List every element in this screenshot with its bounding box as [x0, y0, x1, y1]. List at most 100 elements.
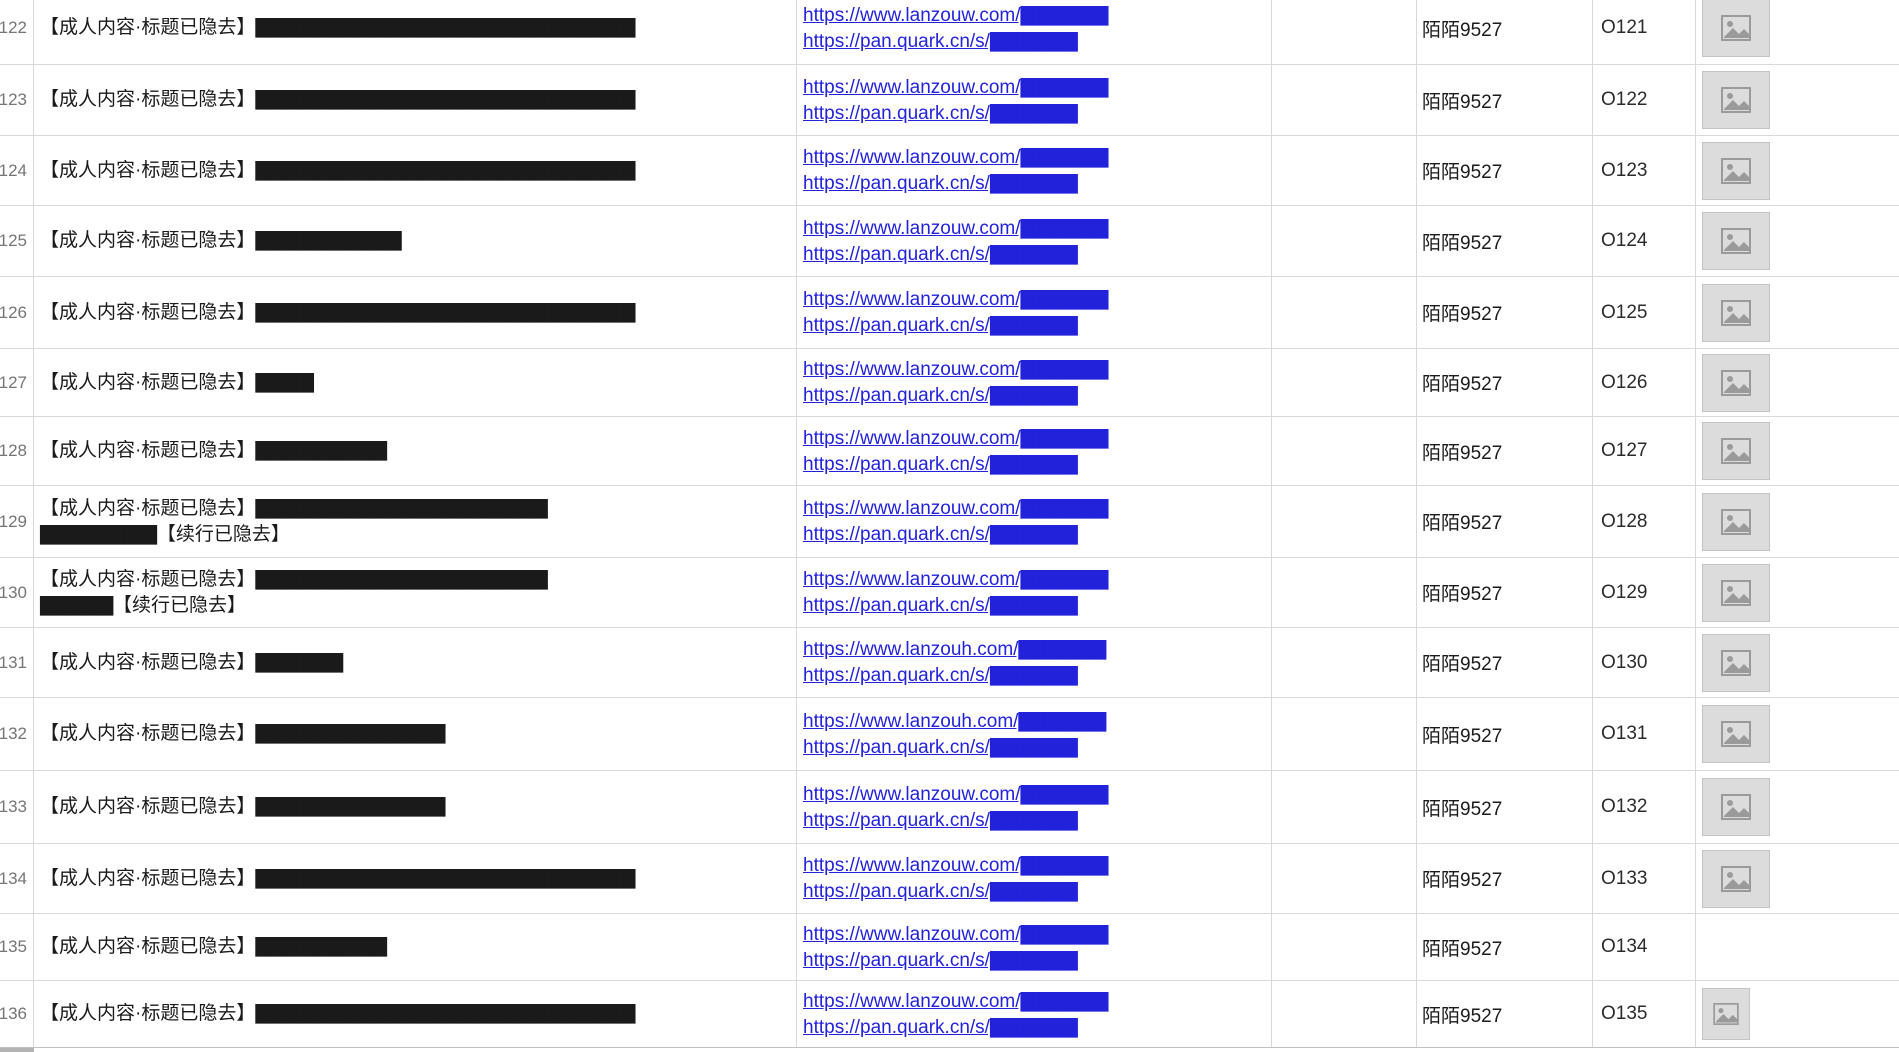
code-cell[interactable]: O123 — [1593, 136, 1696, 205]
row-header-128[interactable]: 128 — [0, 417, 34, 485]
uploader-cell[interactable]: 陌陌9527 — [1417, 771, 1593, 843]
lanzou-link[interactable]: https://www.lanzouh.com/▇▇▇▇▇▇ — [803, 638, 1106, 661]
thumbnail-cell[interactable] — [1696, 0, 1899, 64]
uploader-cell[interactable]: 陌陌9527 — [1417, 844, 1593, 913]
thumbnail-cell[interactable] — [1696, 844, 1899, 913]
code-cell[interactable]: O124 — [1593, 206, 1696, 276]
lanzou-link[interactable]: https://www.lanzouw.com/▇▇▇▇▇▇ — [803, 427, 1108, 450]
quark-link[interactable]: https://pan.quark.cn/s/▇▇▇▇▇▇ — [803, 172, 1078, 195]
redacted-thumbnail[interactable] — [1702, 564, 1770, 622]
lanzou-link[interactable]: https://www.lanzouh.com/▇▇▇▇▇▇ — [803, 710, 1106, 733]
quark-link[interactable]: https://pan.quark.cn/s/▇▇▇▇▇▇ — [803, 102, 1078, 125]
row-header-133[interactable]: 133 — [0, 771, 34, 843]
uploader-cell[interactable]: 陌陌9527 — [1417, 206, 1593, 276]
thumbnail-cell[interactable] — [1696, 277, 1899, 348]
code-cell[interactable]: O125 — [1593, 277, 1696, 348]
uploader-cell[interactable]: 陌陌9527 — [1417, 486, 1593, 557]
lanzou-link[interactable]: https://www.lanzouw.com/▇▇▇▇▇▇ — [803, 146, 1108, 169]
quark-link[interactable]: https://pan.quark.cn/s/▇▇▇▇▇▇ — [803, 880, 1078, 903]
row-header-129[interactable]: 129 — [0, 486, 34, 557]
uploader-cell[interactable]: 陌陌9527 — [1417, 698, 1593, 770]
empty-cell[interactable] — [1272, 698, 1417, 770]
title-cell[interactable]: 【成人内容·标题已隐去】▇▇▇▇▇▇▇▇▇▇▇▇▇▇▇▇▇▇▇▇▇▇▇▇▇▇ — [34, 844, 797, 913]
redacted-thumbnail[interactable] — [1702, 422, 1770, 480]
code-cell[interactable]: O130 — [1593, 628, 1696, 697]
title-cell[interactable]: 【成人内容·标题已隐去】▇▇▇▇▇▇▇▇▇▇▇▇▇▇▇▇▇▇▇▇ ▇▇▇▇▇▇▇… — [34, 486, 797, 557]
empty-cell[interactable] — [1272, 0, 1417, 64]
lanzou-link[interactable]: https://www.lanzouw.com/▇▇▇▇▇▇ — [803, 568, 1108, 591]
code-cell[interactable]: O127 — [1593, 417, 1696, 485]
uploader-cell[interactable]: 陌陌9527 — [1417, 628, 1593, 697]
quark-link[interactable]: https://pan.quark.cn/s/▇▇▇▇▇▇ — [803, 384, 1078, 407]
empty-cell[interactable] — [1272, 628, 1417, 697]
empty-cell[interactable] — [1272, 771, 1417, 843]
row-header-123[interactable]: 123 — [0, 65, 34, 135]
title-cell[interactable]: 【成人内容·标题已隐去】▇▇▇▇▇▇▇▇▇ — [34, 417, 797, 485]
title-cell[interactable]: 【成人内容·标题已隐去】▇▇▇▇▇▇▇▇▇ — [34, 914, 797, 980]
lanzou-link[interactable]: https://www.lanzouw.com/▇▇▇▇▇▇ — [803, 783, 1108, 806]
uploader-cell[interactable]: 陌陌9527 — [1417, 914, 1593, 980]
quark-link[interactable]: https://pan.quark.cn/s/▇▇▇▇▇▇ — [803, 594, 1078, 617]
code-cell[interactable]: O134 — [1593, 914, 1696, 980]
row-header-132[interactable]: 132 — [0, 698, 34, 770]
thumbnail-cell[interactable] — [1696, 206, 1899, 276]
empty-cell[interactable] — [1272, 417, 1417, 485]
empty-cell[interactable] — [1272, 277, 1417, 348]
quark-link[interactable]: https://pan.quark.cn/s/▇▇▇▇▇▇ — [803, 1016, 1078, 1039]
title-cell[interactable]: 【成人内容·标题已隐去】▇▇▇▇▇▇▇▇▇▇ — [34, 206, 797, 276]
redacted-thumbnail[interactable] — [1702, 354, 1770, 412]
quark-link[interactable]: https://pan.quark.cn/s/▇▇▇▇▇▇ — [803, 664, 1078, 687]
redacted-thumbnail[interactable] — [1702, 493, 1770, 551]
row-header-131[interactable]: 131 — [0, 628, 34, 697]
redacted-thumbnail[interactable] — [1702, 634, 1770, 692]
code-cell[interactable]: O132 — [1593, 771, 1696, 843]
title-cell[interactable]: 【成人内容·标题已隐去】▇▇▇▇▇▇▇▇▇▇▇▇▇▇▇▇▇▇▇▇▇▇▇▇▇▇ — [34, 277, 797, 348]
title-cell[interactable]: 【成人内容·标题已隐去】▇▇▇▇▇▇▇▇▇▇▇▇▇▇▇▇▇▇▇▇▇▇▇▇▇▇ — [34, 0, 797, 64]
lanzou-link[interactable]: https://www.lanzouw.com/▇▇▇▇▇▇ — [803, 854, 1108, 877]
redacted-thumbnail[interactable] — [1702, 284, 1770, 342]
code-cell[interactable]: O128 — [1593, 486, 1696, 557]
uploader-cell[interactable]: 陌陌9527 — [1417, 558, 1593, 627]
thumbnail-cell[interactable] — [1696, 136, 1899, 205]
title-cell[interactable]: 【成人内容·标题已隐去】▇▇▇▇▇▇▇▇▇▇▇▇▇▇▇▇▇▇▇▇ ▇▇▇▇▇【续… — [34, 558, 797, 627]
lanzou-link[interactable]: https://www.lanzouw.com/▇▇▇▇▇▇ — [803, 923, 1108, 946]
code-cell[interactable]: O122 — [1593, 65, 1696, 135]
title-cell[interactable]: 【成人内容·标题已隐去】▇▇▇▇▇▇▇▇▇▇▇▇▇▇▇▇▇▇▇▇▇▇▇▇▇▇ — [34, 981, 797, 1047]
code-cell[interactable]: O131 — [1593, 698, 1696, 770]
empty-cell[interactable] — [1272, 914, 1417, 980]
row-header-122[interactable]: 122 — [0, 0, 34, 64]
redacted-thumbnail[interactable] — [1702, 0, 1770, 57]
thumbnail-cell[interactable] — [1696, 628, 1899, 697]
title-cell[interactable]: 【成人内容·标题已隐去】▇▇▇▇▇▇▇▇▇▇▇▇▇ — [34, 698, 797, 770]
code-cell[interactable]: O133 — [1593, 844, 1696, 913]
title-cell[interactable]: 【成人内容·标题已隐去】▇▇▇▇ — [34, 349, 797, 416]
row-header-135[interactable]: 135 — [0, 914, 34, 980]
empty-cell[interactable] — [1272, 981, 1417, 1047]
row-header-125[interactable]: 125 — [0, 206, 34, 276]
row-header-130[interactable]: 130 — [0, 558, 34, 627]
empty-cell[interactable] — [1272, 349, 1417, 416]
uploader-cell[interactable]: 陌陌9527 — [1417, 417, 1593, 485]
title-cell[interactable]: 【成人内容·标题已隐去】▇▇▇▇▇▇▇▇▇▇▇▇▇ — [34, 771, 797, 843]
redacted-thumbnail[interactable] — [1702, 71, 1770, 129]
title-cell[interactable]: 【成人内容·标题已隐去】▇▇▇▇▇▇▇▇▇▇▇▇▇▇▇▇▇▇▇▇▇▇▇▇▇▇ — [34, 65, 797, 135]
quark-link[interactable]: https://pan.quark.cn/s/▇▇▇▇▇▇ — [803, 30, 1078, 53]
code-cell[interactable]: O121 — [1593, 0, 1696, 64]
empty-cell[interactable] — [1272, 844, 1417, 913]
code-cell[interactable]: O135 — [1593, 981, 1696, 1047]
redacted-thumbnail[interactable] — [1702, 850, 1770, 908]
code-cell[interactable]: O126 — [1593, 349, 1696, 416]
empty-cell[interactable] — [1272, 136, 1417, 205]
empty-cell[interactable] — [1272, 65, 1417, 135]
lanzou-link[interactable]: https://www.lanzouw.com/▇▇▇▇▇▇ — [803, 76, 1108, 99]
row-header-136[interactable]: 136 — [0, 981, 34, 1047]
uploader-cell[interactable]: 陌陌9527 — [1417, 981, 1593, 1047]
quark-link[interactable]: https://pan.quark.cn/s/▇▇▇▇▇▇ — [803, 314, 1078, 337]
quark-link[interactable]: https://pan.quark.cn/s/▇▇▇▇▇▇ — [803, 736, 1078, 759]
code-cell[interactable]: O129 — [1593, 558, 1696, 627]
row-header-126[interactable]: 126 — [0, 277, 34, 348]
quark-link[interactable]: https://pan.quark.cn/s/▇▇▇▇▇▇ — [803, 453, 1078, 476]
row-header-124[interactable]: 124 — [0, 136, 34, 205]
thumbnail-cell[interactable] — [1696, 914, 1899, 980]
lanzou-link[interactable]: https://www.lanzouw.com/▇▇▇▇▇▇ — [803, 990, 1108, 1013]
